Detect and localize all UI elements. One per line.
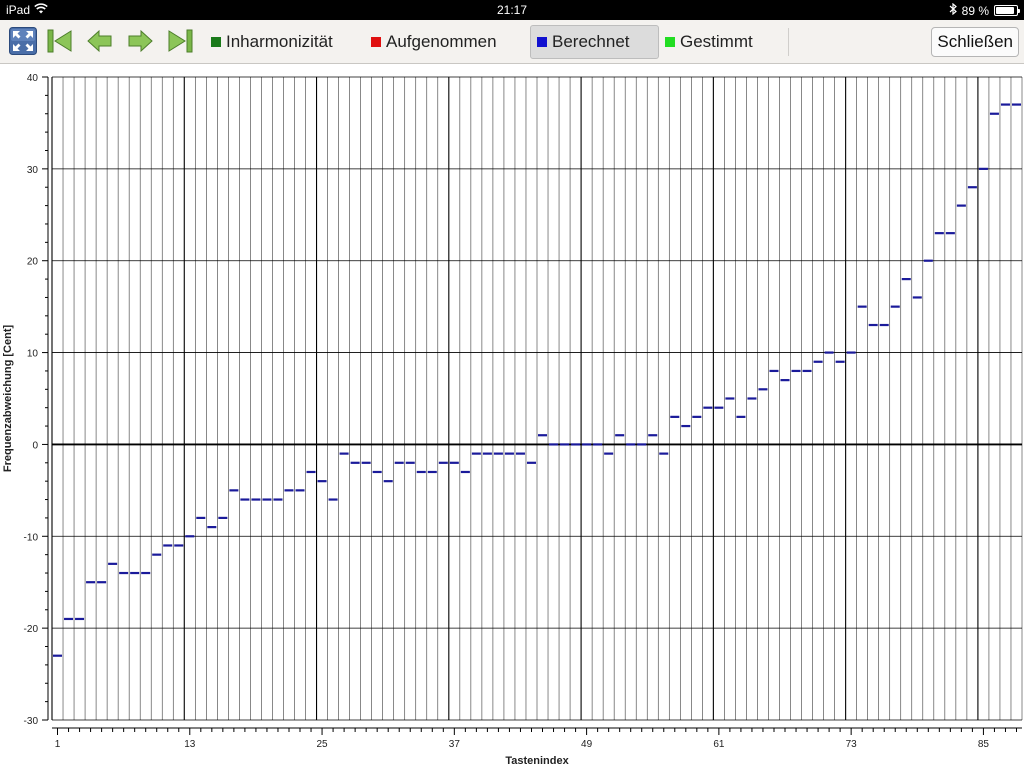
- legend-swatch: [211, 37, 221, 47]
- x-tick-label: 13: [184, 739, 196, 750]
- y-tick-label: 30: [27, 165, 39, 176]
- last-icon[interactable]: [165, 26, 195, 56]
- y-tick-label: -30: [24, 716, 39, 727]
- chart: -30 -20 -10 0 10 20 30 40 1 13 25 37 49 61 73 85 Tasteni…: [0, 65, 1024, 768]
- legend-recorded[interactable]: Aufgenommen: [365, 25, 503, 59]
- x-tick-label: 37: [449, 739, 461, 750]
- fullscreen-icon[interactable]: [8, 26, 38, 56]
- bluetooth-icon: [949, 2, 957, 18]
- x-tick-label: 1: [55, 739, 61, 750]
- x-tick-label: 61: [713, 739, 725, 750]
- clock: 21:17: [496, 3, 528, 17]
- x-tick-label: 49: [581, 739, 593, 750]
- x-tick-label: 85: [978, 739, 990, 750]
- legend-swatch: [665, 37, 675, 47]
- toolbar-separator: [788, 28, 789, 56]
- y-tick-label: 10: [27, 349, 39, 360]
- battery-icon: [994, 5, 1020, 16]
- legend-tuned[interactable]: Gestimmt: [659, 25, 759, 59]
- y-tick-label: 40: [27, 73, 39, 84]
- x-tick-label: 73: [846, 739, 858, 750]
- y-tick-label: 0: [32, 440, 38, 451]
- chart-svg: -30 -20 -10 0 10 20 30 40 1 13 25 37 49 61 73 85 Tasteni…: [2, 73, 1023, 767]
- x-tick-label: 25: [316, 739, 328, 750]
- legend-label: Berechnet: [552, 32, 630, 51]
- status-bar: iPad 21:17 89 %: [0, 0, 1024, 20]
- next-icon[interactable]: [125, 26, 155, 56]
- y-tick-label: -20: [24, 624, 39, 635]
- y-axis-title: Frequenzabweichung [Cent]: [2, 325, 14, 473]
- legend-inharmonicity[interactable]: Inharmonizität: [205, 25, 339, 59]
- battery-percent: 89 %: [961, 3, 989, 18]
- y-tick-label: 20: [27, 257, 39, 268]
- toolbar: Inharmonizität Aufgenommen Berechnet Ges…: [0, 20, 1024, 64]
- first-icon[interactable]: [45, 26, 75, 56]
- legend-label: Gestimmt: [680, 32, 753, 51]
- y-tick-label: -10: [24, 532, 39, 543]
- close-button[interactable]: Schließen: [931, 27, 1019, 57]
- legend-swatch: [537, 37, 547, 47]
- previous-icon[interactable]: [85, 26, 115, 56]
- legend-label: Aufgenommen: [386, 32, 497, 51]
- x-axis-title: Tastenindex: [505, 755, 569, 767]
- legend-calculated[interactable]: Berechnet: [530, 25, 659, 59]
- legend-swatch: [371, 37, 381, 47]
- legend-label: Inharmonizität: [226, 32, 333, 51]
